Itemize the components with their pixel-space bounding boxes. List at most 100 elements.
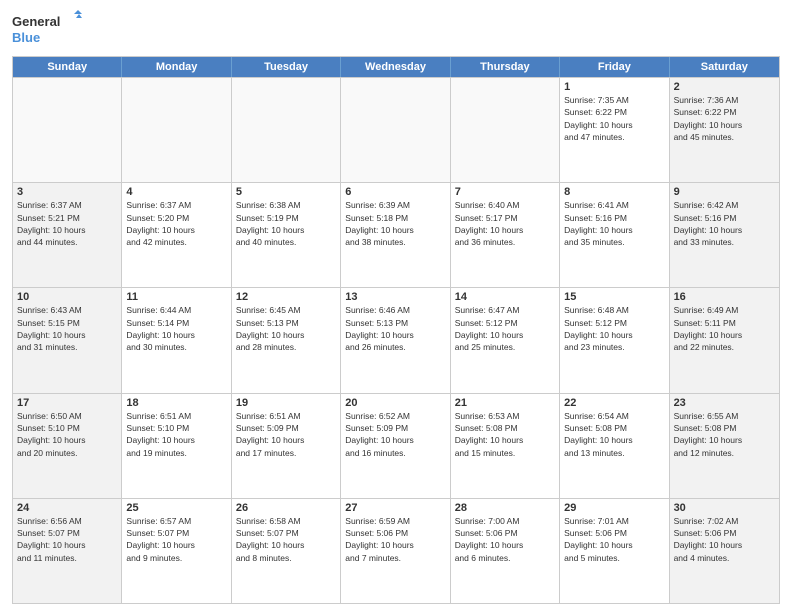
- day-number: 11: [126, 291, 226, 303]
- cal-cell-1-6: 9Sunrise: 6:42 AMSunset: 5:16 PMDaylight…: [670, 183, 779, 287]
- day-info: Sunrise: 6:50 AMSunset: 5:10 PMDaylight:…: [17, 410, 117, 459]
- day-number: 19: [236, 397, 336, 409]
- logo: General Blue: [12, 10, 82, 50]
- cal-cell-2-0: 10Sunrise: 6:43 AMSunset: 5:15 PMDayligh…: [13, 288, 122, 392]
- day-info: Sunrise: 7:36 AMSunset: 6:22 PMDaylight:…: [674, 94, 775, 143]
- day-number: 7: [455, 186, 555, 198]
- day-info: Sunrise: 6:44 AMSunset: 5:14 PMDaylight:…: [126, 304, 226, 353]
- day-number: 13: [345, 291, 445, 303]
- cal-cell-2-4: 14Sunrise: 6:47 AMSunset: 5:12 PMDayligh…: [451, 288, 560, 392]
- day-info: Sunrise: 6:45 AMSunset: 5:13 PMDaylight:…: [236, 304, 336, 353]
- cal-cell-3-3: 20Sunrise: 6:52 AMSunset: 5:09 PMDayligh…: [341, 394, 450, 498]
- cal-cell-3-1: 18Sunrise: 6:51 AMSunset: 5:10 PMDayligh…: [122, 394, 231, 498]
- day-info: Sunrise: 6:43 AMSunset: 5:15 PMDaylight:…: [17, 304, 117, 353]
- cal-cell-4-0: 24Sunrise: 6:56 AMSunset: 5:07 PMDayligh…: [13, 499, 122, 603]
- cal-row-4: 24Sunrise: 6:56 AMSunset: 5:07 PMDayligh…: [13, 498, 779, 603]
- calendar-body: 1Sunrise: 7:35 AMSunset: 6:22 PMDaylight…: [13, 77, 779, 603]
- header-cell-sunday: Sunday: [13, 57, 122, 77]
- day-number: 17: [17, 397, 117, 409]
- cal-cell-0-3: [341, 78, 450, 182]
- cal-cell-0-5: 1Sunrise: 7:35 AMSunset: 6:22 PMDaylight…: [560, 78, 669, 182]
- header-cell-thursday: Thursday: [451, 57, 560, 77]
- header-cell-saturday: Saturday: [670, 57, 779, 77]
- cal-cell-2-1: 11Sunrise: 6:44 AMSunset: 5:14 PMDayligh…: [122, 288, 231, 392]
- cal-cell-1-2: 5Sunrise: 6:38 AMSunset: 5:19 PMDaylight…: [232, 183, 341, 287]
- day-number: 8: [564, 186, 664, 198]
- day-info: Sunrise: 6:57 AMSunset: 5:07 PMDaylight:…: [126, 515, 226, 564]
- day-info: Sunrise: 6:51 AMSunset: 5:10 PMDaylight:…: [126, 410, 226, 459]
- day-number: 24: [17, 502, 117, 514]
- day-number: 9: [674, 186, 775, 198]
- day-info: Sunrise: 6:52 AMSunset: 5:09 PMDaylight:…: [345, 410, 445, 459]
- day-number: 29: [564, 502, 664, 514]
- calendar: SundayMondayTuesdayWednesdayThursdayFrid…: [12, 56, 780, 604]
- day-number: 22: [564, 397, 664, 409]
- day-number: 2: [674, 81, 775, 93]
- day-number: 3: [17, 186, 117, 198]
- cal-cell-2-5: 15Sunrise: 6:48 AMSunset: 5:12 PMDayligh…: [560, 288, 669, 392]
- day-info: Sunrise: 6:54 AMSunset: 5:08 PMDaylight:…: [564, 410, 664, 459]
- day-info: Sunrise: 6:46 AMSunset: 5:13 PMDaylight:…: [345, 304, 445, 353]
- day-info: Sunrise: 6:49 AMSunset: 5:11 PMDaylight:…: [674, 304, 775, 353]
- day-number: 30: [674, 502, 775, 514]
- day-number: 15: [564, 291, 664, 303]
- cal-cell-4-2: 26Sunrise: 6:58 AMSunset: 5:07 PMDayligh…: [232, 499, 341, 603]
- day-number: 12: [236, 291, 336, 303]
- day-number: 20: [345, 397, 445, 409]
- cal-cell-0-0: [13, 78, 122, 182]
- cal-cell-0-6: 2Sunrise: 7:36 AMSunset: 6:22 PMDaylight…: [670, 78, 779, 182]
- cal-row-3: 17Sunrise: 6:50 AMSunset: 5:10 PMDayligh…: [13, 393, 779, 498]
- cal-cell-1-5: 8Sunrise: 6:41 AMSunset: 5:16 PMDaylight…: [560, 183, 669, 287]
- day-info: Sunrise: 7:01 AMSunset: 5:06 PMDaylight:…: [564, 515, 664, 564]
- cal-row-0: 1Sunrise: 7:35 AMSunset: 6:22 PMDaylight…: [13, 77, 779, 182]
- cal-cell-2-6: 16Sunrise: 6:49 AMSunset: 5:11 PMDayligh…: [670, 288, 779, 392]
- day-number: 5: [236, 186, 336, 198]
- cal-cell-0-1: [122, 78, 231, 182]
- cal-cell-4-1: 25Sunrise: 6:57 AMSunset: 5:07 PMDayligh…: [122, 499, 231, 603]
- day-number: 16: [674, 291, 775, 303]
- header: General Blue: [12, 10, 780, 50]
- cal-cell-2-3: 13Sunrise: 6:46 AMSunset: 5:13 PMDayligh…: [341, 288, 450, 392]
- cal-row-2: 10Sunrise: 6:43 AMSunset: 5:15 PMDayligh…: [13, 287, 779, 392]
- day-number: 14: [455, 291, 555, 303]
- cal-cell-3-5: 22Sunrise: 6:54 AMSunset: 5:08 PMDayligh…: [560, 394, 669, 498]
- day-info: Sunrise: 6:47 AMSunset: 5:12 PMDaylight:…: [455, 304, 555, 353]
- day-info: Sunrise: 6:53 AMSunset: 5:08 PMDaylight:…: [455, 410, 555, 459]
- day-info: Sunrise: 6:59 AMSunset: 5:06 PMDaylight:…: [345, 515, 445, 564]
- day-info: Sunrise: 7:35 AMSunset: 6:22 PMDaylight:…: [564, 94, 664, 143]
- svg-text:Blue: Blue: [12, 30, 40, 45]
- day-info: Sunrise: 6:58 AMSunset: 5:07 PMDaylight:…: [236, 515, 336, 564]
- header-cell-tuesday: Tuesday: [232, 57, 341, 77]
- day-info: Sunrise: 6:42 AMSunset: 5:16 PMDaylight:…: [674, 199, 775, 248]
- cal-row-1: 3Sunrise: 6:37 AMSunset: 5:21 PMDaylight…: [13, 182, 779, 287]
- day-number: 25: [126, 502, 226, 514]
- day-number: 6: [345, 186, 445, 198]
- day-info: Sunrise: 6:56 AMSunset: 5:07 PMDaylight:…: [17, 515, 117, 564]
- logo-svg: General Blue: [12, 10, 82, 50]
- cal-cell-0-2: [232, 78, 341, 182]
- cal-cell-3-4: 21Sunrise: 6:53 AMSunset: 5:08 PMDayligh…: [451, 394, 560, 498]
- calendar-header: SundayMondayTuesdayWednesdayThursdayFrid…: [13, 57, 779, 77]
- header-cell-monday: Monday: [122, 57, 231, 77]
- cal-cell-1-0: 3Sunrise: 6:37 AMSunset: 5:21 PMDaylight…: [13, 183, 122, 287]
- day-info: Sunrise: 7:02 AMSunset: 5:06 PMDaylight:…: [674, 515, 775, 564]
- day-number: 21: [455, 397, 555, 409]
- day-info: Sunrise: 6:41 AMSunset: 5:16 PMDaylight:…: [564, 199, 664, 248]
- day-number: 28: [455, 502, 555, 514]
- cal-cell-3-6: 23Sunrise: 6:55 AMSunset: 5:08 PMDayligh…: [670, 394, 779, 498]
- cal-cell-2-2: 12Sunrise: 6:45 AMSunset: 5:13 PMDayligh…: [232, 288, 341, 392]
- day-number: 27: [345, 502, 445, 514]
- day-info: Sunrise: 6:51 AMSunset: 5:09 PMDaylight:…: [236, 410, 336, 459]
- day-info: Sunrise: 6:48 AMSunset: 5:12 PMDaylight:…: [564, 304, 664, 353]
- day-info: Sunrise: 7:00 AMSunset: 5:06 PMDaylight:…: [455, 515, 555, 564]
- day-number: 23: [674, 397, 775, 409]
- cal-cell-3-0: 17Sunrise: 6:50 AMSunset: 5:10 PMDayligh…: [13, 394, 122, 498]
- day-number: 1: [564, 81, 664, 93]
- day-info: Sunrise: 6:40 AMSunset: 5:17 PMDaylight:…: [455, 199, 555, 248]
- header-cell-wednesday: Wednesday: [341, 57, 450, 77]
- cal-cell-4-5: 29Sunrise: 7:01 AMSunset: 5:06 PMDayligh…: [560, 499, 669, 603]
- cal-cell-1-1: 4Sunrise: 6:37 AMSunset: 5:20 PMDaylight…: [122, 183, 231, 287]
- cal-cell-3-2: 19Sunrise: 6:51 AMSunset: 5:09 PMDayligh…: [232, 394, 341, 498]
- day-info: Sunrise: 6:39 AMSunset: 5:18 PMDaylight:…: [345, 199, 445, 248]
- day-number: 18: [126, 397, 226, 409]
